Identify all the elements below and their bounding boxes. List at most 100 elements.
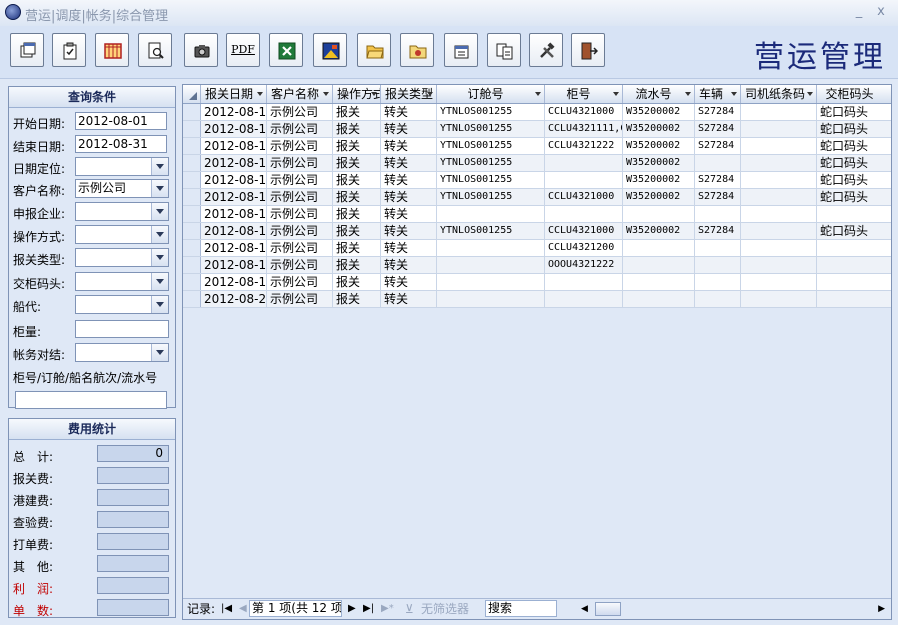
chevron-down-icon[interactable] — [151, 344, 168, 361]
table-cell[interactable]: 转关 — [381, 121, 437, 137]
columns-icon[interactable] — [95, 33, 129, 67]
table-row[interactable]: 2012-08-14 示例公司 报关 转关 YTNLOS001255 CCLU432111… — [183, 121, 891, 138]
sort-dropdown-icon[interactable] — [427, 92, 433, 96]
table-cell[interactable] — [545, 155, 623, 171]
table-cell[interactable]: YTNLOS001255 — [437, 189, 545, 205]
row-selector[interactable] — [183, 257, 201, 273]
no-filter-button[interactable]: 无筛选器 — [421, 601, 469, 617]
table-cell[interactable]: W35200002 — [623, 172, 695, 188]
table-cell[interactable] — [741, 155, 817, 171]
chevron-down-icon[interactable] — [151, 203, 168, 220]
table-cell[interactable]: 2012-08-20 — [201, 291, 267, 307]
table-cell[interactable]: 报关 — [333, 138, 381, 154]
properties-icon[interactable] — [444, 33, 478, 67]
column-header[interactable]: 报关日期 — [201, 85, 267, 103]
column-header[interactable]: 报关类型 — [381, 85, 437, 103]
first-record-button[interactable]: |◀ — [221, 601, 232, 617]
table-row[interactable]: 2012-08-14 示例公司 报关 转关 YTNLOS001255 CCLU432122… — [183, 138, 891, 155]
table-cell[interactable]: 示例公司 — [267, 172, 333, 188]
table-cell[interactable] — [545, 274, 623, 290]
row-selector[interactable] — [183, 155, 201, 171]
table-cell[interactable] — [437, 206, 545, 222]
sort-dropdown-icon[interactable] — [535, 92, 541, 96]
table-row[interactable]: 2012-08-18 示例公司 报关 转关 CCLU4321200 — [183, 240, 891, 257]
pdf-export-button[interactable]: PDF — [226, 33, 260, 67]
print-preview-icon[interactable] — [138, 33, 172, 67]
table-cell[interactable]: W35200002 — [623, 223, 695, 239]
table-cell[interactable]: 蛇口码头 — [817, 189, 891, 205]
table-cell[interactable]: 示例公司 — [267, 257, 333, 273]
table-cell[interactable] — [695, 155, 741, 171]
sort-dropdown-icon[interactable] — [613, 92, 619, 96]
table-cell[interactable]: 2012-08-18 — [201, 274, 267, 290]
table-cell[interactable]: S27284 — [695, 138, 741, 154]
new-window-icon[interactable] — [10, 33, 44, 67]
next-record-button[interactable]: ▶ — [348, 601, 356, 617]
table-cell[interactable]: 示例公司 — [267, 138, 333, 154]
horizontal-scrollbar[interactable]: ◀ ▶ — [581, 601, 889, 617]
table-cell[interactable] — [741, 240, 817, 256]
camera-icon[interactable] — [184, 33, 218, 67]
sort-dropdown-icon[interactable] — [371, 92, 377, 96]
table-cell[interactable]: 转关 — [381, 274, 437, 290]
end-date-input[interactable]: 2012-08-31 — [75, 135, 167, 153]
table-cell[interactable] — [437, 274, 545, 290]
row-selector[interactable] — [183, 291, 201, 307]
last-record-button[interactable]: ▶| — [363, 601, 374, 617]
grid-search-input[interactable]: 搜索 — [485, 600, 557, 617]
table-cell[interactable] — [437, 240, 545, 256]
table-cell[interactable]: W35200002 — [623, 189, 695, 205]
close-button[interactable]: x — [873, 3, 889, 21]
table-cell[interactable]: 蛇口码头 — [817, 172, 891, 188]
agent-select[interactable] — [75, 295, 169, 314]
table-cell[interactable] — [695, 206, 741, 222]
table-cell[interactable] — [545, 206, 623, 222]
table-cell[interactable]: S27284 — [695, 189, 741, 205]
chevron-down-icon[interactable] — [151, 296, 168, 313]
column-header[interactable]: 订舱号 — [437, 85, 545, 103]
table-cell[interactable]: 蛇口码头 — [817, 155, 891, 171]
table-cell[interactable] — [817, 206, 891, 222]
table-cell[interactable]: 示例公司 — [267, 155, 333, 171]
start-date-input[interactable]: 2012-08-01 — [75, 112, 167, 130]
table-cell[interactable] — [817, 240, 891, 256]
table-cell[interactable]: 示例公司 — [267, 291, 333, 307]
table-cell[interactable]: 2012-08-14 — [201, 121, 267, 137]
table-cell[interactable]: 报关 — [333, 257, 381, 273]
table-cell[interactable]: 蛇口码头 — [817, 121, 891, 137]
column-header[interactable]: 操作方式 — [333, 85, 381, 103]
scroll-left-icon[interactable]: ◀ — [581, 601, 588, 617]
table-cell[interactable]: 转关 — [381, 104, 437, 120]
select-all-corner[interactable] — [183, 85, 201, 103]
table-cell[interactable]: 示例公司 — [267, 206, 333, 222]
table-cell[interactable] — [545, 172, 623, 188]
table-cell[interactable] — [741, 206, 817, 222]
table-cell[interactable] — [741, 104, 817, 120]
table-cell[interactable]: 示例公司 — [267, 240, 333, 256]
prev-record-button[interactable]: ◀ — [239, 601, 247, 617]
table-row[interactable]: 2012-08-20 示例公司 报关 转关 — [183, 291, 891, 308]
table-cell[interactable] — [623, 274, 695, 290]
sort-dropdown-icon[interactable] — [807, 92, 813, 96]
table-cell[interactable]: CCLU4321200 — [545, 240, 623, 256]
table-cell[interactable] — [437, 257, 545, 273]
table-cell[interactable] — [741, 223, 817, 239]
chevron-down-icon[interactable] — [151, 273, 168, 290]
chevron-down-icon[interactable] — [151, 249, 168, 266]
table-cell[interactable]: 2012-08-18 — [201, 257, 267, 273]
table-cell[interactable]: 报关 — [333, 274, 381, 290]
table-cell[interactable]: 示例公司 — [267, 274, 333, 290]
table-cell[interactable] — [741, 138, 817, 154]
chevron-down-icon[interactable] — [151, 158, 168, 175]
clipboard-check-icon[interactable] — [52, 33, 86, 67]
table-cell[interactable]: CCLU4321222 — [545, 138, 623, 154]
table-cell[interactable]: 报关 — [333, 223, 381, 239]
table-cell[interactable] — [695, 240, 741, 256]
table-cell[interactable]: YTNLOS001255 — [437, 104, 545, 120]
row-selector[interactable] — [183, 240, 201, 256]
table-cell[interactable] — [741, 189, 817, 205]
row-selector[interactable] — [183, 223, 201, 239]
scroll-thumb[interactable] — [595, 602, 621, 616]
date-pos-select[interactable] — [75, 157, 169, 176]
column-header[interactable]: 交柜码头 — [817, 85, 891, 103]
